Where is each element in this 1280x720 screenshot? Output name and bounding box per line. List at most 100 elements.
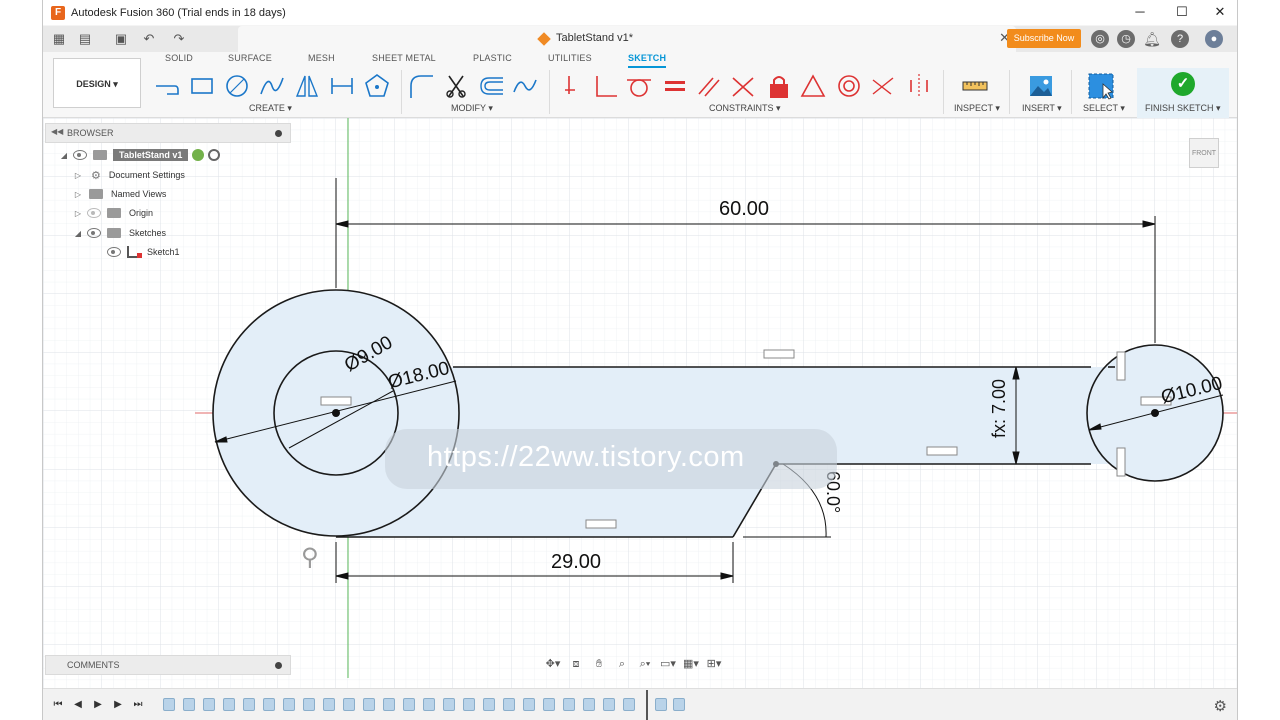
select-group-label[interactable]: SELECT ▾	[1083, 103, 1125, 114]
arc-tool-icon[interactable]	[258, 72, 286, 100]
create-group-label[interactable]: CREATE ▾	[249, 103, 292, 114]
fillet-tool-icon[interactable]	[407, 72, 435, 100]
file-menu-icon[interactable]: ▤	[77, 31, 93, 47]
grid-settings-icon[interactable]: ▦▾	[681, 656, 701, 672]
polygon-tool-icon[interactable]	[363, 72, 391, 100]
tab-plastic[interactable]: PLASTIC	[473, 53, 512, 63]
midpoint-constraint-icon[interactable]	[799, 72, 827, 100]
tree-item-origin[interactable]: ▷ Origin	[73, 204, 153, 222]
dim-bottom-length[interactable]: 29.00	[551, 551, 601, 574]
viewports-icon[interactable]: ⊞▾	[704, 656, 724, 672]
symmetry-constraint-icon[interactable]	[905, 72, 933, 100]
tab-sketch[interactable]: SKETCH	[628, 53, 667, 68]
inspect-group-label[interactable]: INSPECT ▾	[954, 103, 1000, 114]
tree-item-sketch1[interactable]: Sketch1	[103, 243, 180, 261]
active-component-icon[interactable]	[192, 149, 205, 161]
rectangle-tool-icon[interactable]	[188, 72, 216, 100]
subscribe-now-button[interactable]: Subscribe Now	[1007, 29, 1081, 48]
timeline-feature[interactable]	[283, 698, 295, 711]
timeline-feature[interactable]	[303, 698, 315, 711]
timeline-feature[interactable]	[203, 698, 215, 711]
user-avatar[interactable]: ●	[1205, 30, 1223, 48]
expand-arrow-icon[interactable]: ◢	[59, 151, 69, 160]
timeline-feature[interactable]	[343, 698, 355, 711]
minimize-button[interactable]: ─	[1121, 0, 1159, 25]
timeline-feature[interactable]	[263, 698, 275, 711]
collapse-arrow-icon[interactable]: ◢	[73, 229, 83, 238]
activate-radio-icon[interactable]	[208, 149, 221, 161]
parallel-constraint-icon[interactable]	[695, 72, 723, 100]
timeline-feature[interactable]	[443, 698, 455, 711]
timeline-feature[interactable]	[223, 698, 235, 711]
timeline-feature[interactable]	[543, 698, 555, 711]
display-settings-icon[interactable]: ▭▾	[658, 656, 678, 672]
fix-constraint-icon[interactable]: ⚲	[301, 543, 319, 571]
dimension-tool-icon[interactable]	[328, 72, 356, 100]
document-tab[interactable]: TabletStand v1* ✕	[238, 26, 1016, 52]
finish-sketch-button[interactable]: ✓ FINISH SKETCH ▾	[1137, 68, 1229, 118]
timeline-feature[interactable]	[563, 698, 575, 711]
measure-ruler-icon[interactable]	[961, 72, 989, 100]
orbit-icon[interactable]: ✥▾	[543, 656, 563, 672]
go-to-end-icon[interactable]: ⏭	[131, 698, 145, 712]
timeline-marker[interactable]	[646, 690, 648, 720]
undo-icon[interactable]: ↶	[141, 31, 157, 47]
timeline-feature[interactable]	[403, 698, 415, 711]
coincident-constraint-icon[interactable]	[591, 72, 619, 100]
timeline-feature[interactable]	[363, 698, 375, 711]
spline-tool-icon[interactable]	[511, 72, 539, 100]
tab-solid[interactable]: SOLID	[165, 53, 193, 63]
visibility-eye-icon[interactable]	[107, 247, 121, 257]
tab-surface[interactable]: SURFACE	[228, 53, 272, 63]
tangent-constraint-icon[interactable]	[625, 72, 653, 100]
select-tool-icon[interactable]	[1087, 72, 1115, 100]
step-forward-icon[interactable]: ▶	[111, 698, 125, 712]
comments-add-icon[interactable]	[275, 662, 282, 669]
expand-arrow-icon[interactable]: ▷	[73, 171, 83, 180]
expand-arrow-icon[interactable]: ▷	[73, 190, 83, 199]
timeline-feature[interactable]	[423, 698, 435, 711]
insert-group-label[interactable]: INSERT ▾	[1022, 103, 1062, 114]
expand-arrow-icon[interactable]: ▷	[73, 209, 83, 218]
extensions-icon[interactable]: ◎	[1091, 30, 1109, 48]
timeline-feature[interactable]	[463, 698, 475, 711]
timeline-feature[interactable]	[503, 698, 515, 711]
tab-utilities[interactable]: UTILITIES	[548, 53, 592, 63]
timeline-feature[interactable]	[623, 698, 635, 711]
line-tool-icon[interactable]	[153, 72, 181, 100]
browser-panel-header[interactable]: ◀◀ BROWSER	[45, 123, 291, 143]
viewcube[interactable]: FRONT	[1189, 138, 1219, 168]
horizontal-vertical-constraint-icon[interactable]	[557, 72, 585, 100]
close-window-button[interactable]: ✕	[1201, 0, 1237, 25]
circle-tool-icon[interactable]	[223, 72, 251, 100]
timeline-feature[interactable]	[483, 698, 495, 711]
collinear-constraint-icon[interactable]	[869, 72, 897, 100]
help-icon[interactable]: ?	[1171, 30, 1189, 48]
tree-item-document-settings[interactable]: ▷ ⚙ Document Settings	[73, 166, 185, 184]
tree-item-sketches[interactable]: ◢ Sketches	[73, 224, 166, 242]
timeline-feature[interactable]	[603, 698, 615, 711]
hidden-eye-icon[interactable]	[87, 208, 101, 218]
timeline-settings-gear-icon[interactable]: ⚙	[1214, 697, 1227, 715]
offset-tool-icon[interactable]	[477, 72, 505, 100]
play-icon[interactable]: ▶	[91, 698, 105, 712]
constraints-group-label[interactable]: CONSTRAINTS ▾	[709, 103, 781, 114]
timeline-feature[interactable]	[163, 698, 175, 711]
timeline-feature[interactable]	[383, 698, 395, 711]
trim-scissors-icon[interactable]	[443, 72, 471, 100]
step-back-icon[interactable]: ◀	[71, 698, 85, 712]
visibility-eye-icon[interactable]	[87, 228, 101, 238]
timeline-feature[interactable]	[655, 698, 667, 711]
sketch-canvas[interactable]: ⚲ 60.00 29.00 Ø9.00 Ø18.00 Ø10.00 fx: 7.…	[43, 118, 1237, 720]
tab-mesh[interactable]: MESH	[308, 53, 335, 63]
tab-sheet-metal[interactable]: SHEET METAL	[372, 53, 436, 63]
zoom-icon[interactable]: ⌕	[612, 656, 632, 672]
notifications-bell-icon[interactable]: 🔔︎	[1143, 30, 1161, 48]
comments-panel[interactable]: COMMENTS	[45, 655, 291, 675]
panel-pin-icon[interactable]	[275, 130, 282, 137]
equal-constraint-icon[interactable]	[661, 72, 689, 100]
pan-hand-icon[interactable]: ✋︎	[589, 656, 609, 672]
maximize-button[interactable]: ☐	[1163, 0, 1201, 25]
timeline-feature[interactable]	[323, 698, 335, 711]
tree-item-named-views[interactable]: ▷ Named Views	[73, 185, 166, 203]
